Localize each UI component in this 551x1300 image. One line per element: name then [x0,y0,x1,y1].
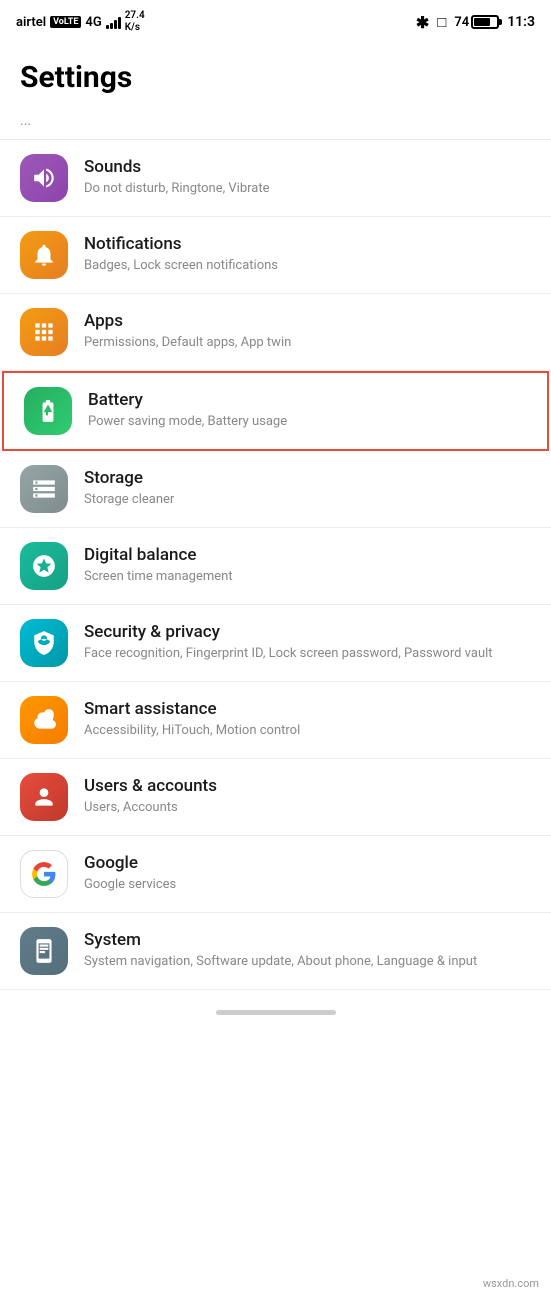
storage-title: Storage [84,468,531,488]
speed-text: 27.4K/s [125,10,145,34]
smart-assistance-icon [20,696,68,744]
battery-title: Battery [88,390,527,410]
users-accounts-text: Users & accounts Users, Accounts [84,776,531,817]
google-icon [20,850,68,898]
notifications-subtitle: Badges, Lock screen notifications [84,257,531,275]
storage-text: Storage Storage cleaner [84,468,531,509]
google-title: Google [84,853,531,873]
apps-subtitle: Permissions, Default apps, App twin [84,334,531,352]
time-display: 11:3 [507,14,535,30]
settings-item-users-accounts[interactable]: Users & accounts Users, Accounts [0,759,551,836]
smart-assistance-subtitle: Accessibility, HiTouch, Motion control [84,722,531,740]
watermark: wsxdn.com [479,1275,543,1292]
digital-balance-text: Digital balance Screen time management [84,545,531,586]
partial-item: ... [0,103,551,140]
battery-container: 74 [454,15,499,30]
system-text: System System navigation, Software updat… [84,930,531,971]
users-accounts-icon [20,773,68,821]
apps-text: Apps Permissions, Default apps, App twin [84,311,531,352]
battery-fill [474,18,490,26]
settings-item-smart-assistance[interactable]: Smart assistance Accessibility, HiTouch,… [0,682,551,759]
battery-subtitle: Power saving mode, Battery usage [88,413,527,431]
users-accounts-subtitle: Users, Accounts [84,799,531,817]
network-type: 4G [85,15,101,30]
digital-balance-icon [20,542,68,590]
sounds-subtitle: Do not disturb, Ringtone, Vibrate [84,180,531,198]
status-left: airtel VoLTE 4G 27.4K/s [16,10,145,34]
google-text: Google Google services [84,853,531,894]
settings-item-security-privacy[interactable]: Security & privacy Face recognition, Fin… [0,605,551,682]
system-subtitle: System navigation, Software update, Abou… [84,953,531,971]
settings-item-google[interactable]: Google Google services [0,836,551,913]
security-privacy-title: Security & privacy [84,622,531,642]
digital-balance-title: Digital balance [84,545,531,565]
security-privacy-text: Security & privacy Face recognition, Fin… [84,622,531,663]
storage-icon [20,465,68,513]
notifications-title: Notifications [84,234,531,254]
status-bar: airtel VoLTE 4G 27.4K/s ✱ □ 74 11:3 [0,0,551,44]
apps-icon [20,308,68,356]
battery-icon [471,15,499,29]
system-title: System [84,930,531,950]
home-indicator[interactable] [0,990,551,1025]
sounds-text: Sounds Do not disturb, Ringtone, Vibrate [84,157,531,198]
carrier-text: airtel [16,15,46,30]
system-icon [20,927,68,975]
battery-percent: 74 [454,15,469,30]
sounds-icon [20,154,68,202]
page-title: Settings [0,44,551,103]
home-bar[interactable] [216,1010,336,1015]
security-privacy-subtitle: Face recognition, Fingerprint ID, Lock s… [84,645,531,663]
apps-title: Apps [84,311,531,331]
vibrate-icon: □ [437,13,446,31]
smart-assistance-title: Smart assistance [84,699,531,719]
smart-assistance-text: Smart assistance Accessibility, HiTouch,… [84,699,531,740]
settings-item-digital-balance[interactable]: Digital balance Screen time management [0,528,551,605]
settings-item-storage[interactable]: Storage Storage cleaner [0,451,551,528]
users-accounts-title: Users & accounts [84,776,531,796]
bluetooth-icon: ✱ [416,13,429,32]
sounds-title: Sounds [84,157,531,177]
battery-settings-icon [24,387,72,435]
notifications-text: Notifications Badges, Lock screen notifi… [84,234,531,275]
digital-balance-subtitle: Screen time management [84,568,531,586]
settings-item-battery[interactable]: Battery Power saving mode, Battery usage [2,371,549,451]
battery-text: Battery Power saving mode, Battery usage [88,390,527,431]
notifications-icon [20,231,68,279]
settings-item-sounds[interactable]: Sounds Do not disturb, Ringtone, Vibrate [0,140,551,217]
signal-icon [106,15,121,29]
volte-badge: VoLTE [50,16,81,28]
google-subtitle: Google services [84,876,531,894]
settings-list: Sounds Do not disturb, Ringtone, Vibrate… [0,140,551,990]
settings-item-notifications[interactable]: Notifications Badges, Lock screen notifi… [0,217,551,294]
storage-subtitle: Storage cleaner [84,491,531,509]
settings-item-system[interactable]: System System navigation, Software updat… [0,913,551,990]
status-right: ✱ □ 74 11:3 [416,13,535,32]
settings-item-apps[interactable]: Apps Permissions, Default apps, App twin [0,294,551,371]
security-privacy-icon [20,619,68,667]
